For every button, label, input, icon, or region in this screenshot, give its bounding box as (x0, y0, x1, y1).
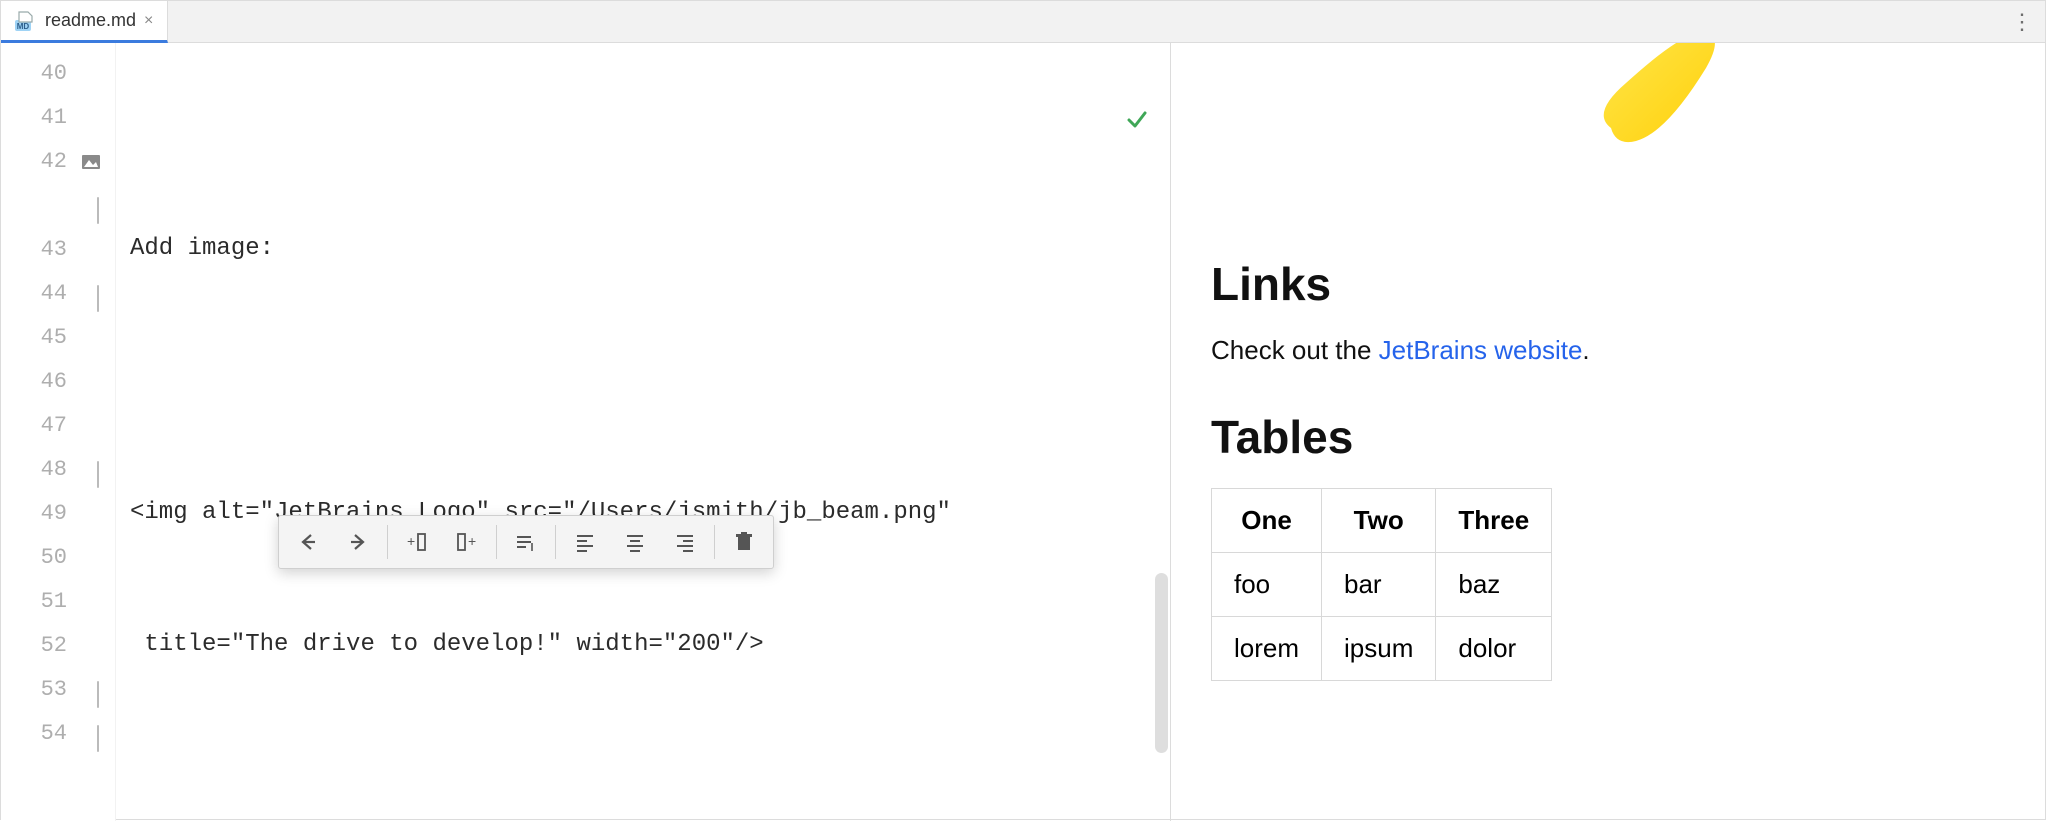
preview-link-jetbrains[interactable]: JetBrains website (1379, 335, 1583, 365)
markdown-preview-pane: Links Check out the JetBrains website. T… (1171, 43, 2045, 821)
fold-handle-icon[interactable] (97, 462, 111, 476)
preview-paragraph: Check out the JetBrains website. (1211, 335, 2005, 366)
table-row: lorem ipsum dolor (1212, 617, 1552, 681)
line-number[interactable]: 48 (1, 447, 115, 491)
insert-column-after-button[interactable]: + (442, 520, 492, 564)
toolbar-separator (555, 525, 556, 559)
inspection-ok-icon[interactable] (1011, 59, 1148, 191)
jetbrains-logo-image (1571, 43, 1731, 173)
line-number[interactable]: 54 (1, 711, 115, 755)
table-nav-forward-button[interactable] (333, 520, 383, 564)
svg-text:+: + (407, 533, 415, 549)
fold-handle-icon[interactable] (97, 726, 111, 740)
line-number[interactable]: 51 (1, 579, 115, 623)
preview-heading-links: Links (1211, 257, 2005, 311)
tab-filename: readme.md (45, 10, 136, 31)
line-number[interactable]: 45 (1, 315, 115, 359)
code-text: title="The drive to develop!" width="200… (130, 623, 764, 667)
file-tab-readme[interactable]: MD readme.md × (1, 1, 168, 43)
line-number[interactable]: 53 (1, 667, 115, 711)
align-center-button[interactable] (610, 520, 660, 564)
svg-text:+: + (468, 533, 476, 549)
line-number[interactable] (1, 183, 115, 227)
fold-handle-icon[interactable] (97, 682, 111, 696)
close-tab-icon[interactable]: × (144, 12, 153, 30)
svg-text:MD: MD (17, 22, 30, 31)
line-number[interactable]: 50 (1, 535, 115, 579)
table-floating-toolbar: + + (278, 515, 774, 569)
editor-pane: 40 41 42 43 44 45 46 47 48 49 50 51 5 (1, 43, 1171, 821)
table-cell: bar (1322, 553, 1436, 617)
markdown-file-icon: MD (15, 10, 37, 32)
line-number[interactable]: 40 (1, 51, 115, 95)
table-cell: baz (1436, 553, 1552, 617)
preview-heading-tables: Tables (1211, 410, 2005, 464)
code-editor[interactable]: Add image: <img alt="JetBrains Logo" src… (116, 43, 1170, 821)
align-right-button[interactable] (660, 520, 710, 564)
table-cell: ipsum (1322, 617, 1436, 681)
delete-button[interactable] (719, 520, 769, 564)
table-row: foo bar baz (1212, 553, 1552, 617)
table-header-cell: Three (1436, 489, 1552, 553)
line-number[interactable]: 47 (1, 403, 115, 447)
editor-tabbar: MD readme.md × ⋮ (1, 1, 2045, 43)
table-cell: dolor (1436, 617, 1552, 681)
vertical-scrollbar[interactable] (1155, 573, 1168, 753)
tabbar-overflow-menu-icon[interactable]: ⋮ (2011, 1, 2033, 43)
toolbar-separator (387, 525, 388, 559)
preview-table: One Two Three foo bar baz lorem ipsum do… (1211, 488, 1552, 681)
line-number[interactable]: 42 (1, 139, 115, 183)
align-left-button[interactable] (560, 520, 610, 564)
insert-row-button[interactable] (501, 520, 551, 564)
table-nav-back-button[interactable] (283, 520, 333, 564)
code-text: Add image: (130, 227, 274, 271)
line-number[interactable]: 43 (1, 227, 115, 271)
line-number[interactable]: 44 (1, 271, 115, 315)
toolbar-separator (496, 525, 497, 559)
table-header-cell: Two (1322, 489, 1436, 553)
line-number[interactable]: 46 (1, 359, 115, 403)
workspace: 40 41 42 43 44 45 46 47 48 49 50 51 5 (1, 43, 2045, 821)
editor-gutter: 40 41 42 43 44 45 46 47 48 49 50 51 5 (1, 43, 116, 821)
line-number[interactable]: 41 (1, 95, 115, 139)
toolbar-separator (714, 525, 715, 559)
insert-column-before-button[interactable]: + (392, 520, 442, 564)
line-number[interactable]: 52 (1, 623, 115, 667)
fold-handle-icon[interactable] (97, 198, 111, 212)
line-number[interactable]: 49 (1, 491, 115, 535)
table-cell: foo (1212, 553, 1322, 617)
table-cell: lorem (1212, 617, 1322, 681)
image-gutter-icon[interactable] (81, 152, 99, 170)
table-header-cell: One (1212, 489, 1322, 553)
fold-handle-icon[interactable] (97, 286, 111, 300)
